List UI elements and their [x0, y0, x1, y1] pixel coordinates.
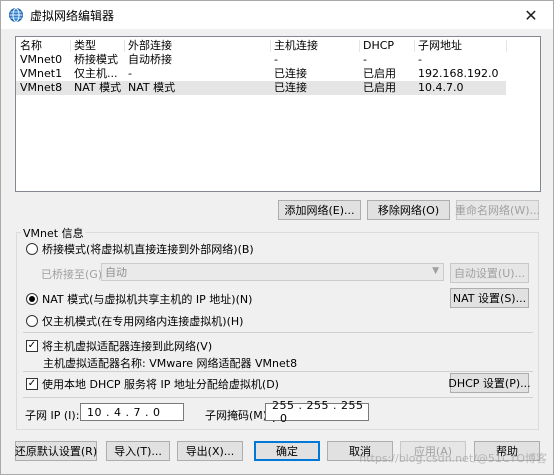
cell-dhcp: - — [363, 53, 367, 66]
cell-subnet: 192.168.192.0 — [418, 67, 499, 80]
cell-host: - — [274, 53, 278, 66]
checkmark-icon: ✓ — [26, 340, 38, 352]
restore-defaults-button[interactable]: 还原默认设置(R) — [15, 441, 97, 461]
cell-type: 桥接模式 — [74, 53, 118, 66]
network-globe-icon — [8, 7, 24, 23]
rename-network-button[interactable]: 重命名网络(W)... — [455, 200, 540, 220]
radio-circle-icon — [26, 315, 38, 327]
window-title: 虚拟网络编辑器 — [30, 8, 115, 23]
checkmark-icon: ✓ — [26, 378, 38, 390]
bridged-to-label: 已桥接至(G): — [41, 268, 106, 281]
bridged-mode-radio[interactable]: 桥接模式(将虚拟机直接连接到外部网络)(B) — [26, 241, 254, 257]
divider — [23, 332, 533, 333]
chevron-down-icon: ▼ — [432, 266, 439, 276]
cell-name: VMnet8 — [20, 81, 63, 94]
cell-external: 自动桥接 — [128, 53, 172, 66]
title-bar: 虚拟网络编辑器 ✕ — [1, 1, 553, 29]
cell-type: NAT 模式 — [74, 81, 122, 94]
cell-subnet: - — [418, 53, 422, 66]
remove-network-button[interactable]: 移除网络(O) — [367, 200, 450, 220]
list-row-vmnet8[interactable]: VMnet8 NAT 模式 NAT 模式 已连接 已启用 10.4.7.0 — [16, 81, 506, 95]
cell-host: 已连接 — [274, 81, 307, 94]
virtual-network-editor-window: 虚拟网络编辑器 ✕ 名称 类型 外部连接 主机连接 DHCP 子网地址 VMne… — [0, 0, 554, 475]
cell-name: VMnet0 — [20, 53, 63, 66]
list-row-vmnet0[interactable]: VMnet0 桥接模式 自动桥接 - - - — [16, 53, 540, 67]
subnet-ip-label: 子网 IP (I): — [25, 409, 80, 422]
connect-host-adapter-label: 将主机虚拟适配器连接到此网络(V) — [42, 340, 213, 353]
col-header-dhcp[interactable]: DHCP — [363, 39, 394, 53]
host-adapter-name: 主机虚拟适配器名称: VMware 网络适配器 VMnet8 — [43, 357, 298, 370]
radio-checked-icon — [26, 293, 38, 305]
subnet-ip-input[interactable]: 10 . 4 . 7 . 0 — [80, 403, 184, 421]
host-only-mode-label: 仅主机模式(在专用网络内连接虚拟机)(H) — [42, 315, 244, 328]
ok-button[interactable]: 确定 — [254, 441, 320, 461]
use-dhcp-label: 使用本地 DHCP 服务将 IP 地址分配给虚拟机(D) — [42, 378, 279, 391]
cell-name: VMnet1 — [20, 67, 63, 80]
watermark-text: https://blog.csdn.net/@51CTO博客 — [359, 452, 547, 465]
close-icon: ✕ — [524, 5, 538, 25]
connect-host-adapter-checkbox[interactable]: ✓ 将主机虚拟适配器连接到此网络(V) — [26, 338, 212, 354]
radio-circle-icon — [26, 243, 38, 255]
divider — [23, 371, 533, 372]
import-button[interactable]: 导入(T)... — [106, 441, 170, 461]
close-button[interactable]: ✕ — [509, 1, 553, 29]
cell-dhcp: 已启用 — [363, 81, 396, 94]
cell-host: 已连接 — [274, 67, 307, 80]
auto-settings-button[interactable]: 自动设置(U)... — [450, 263, 529, 283]
network-list[interactable]: 名称 类型 外部连接 主机连接 DHCP 子网地址 VMnet0 桥接模式 自动… — [15, 36, 541, 192]
col-header-type[interactable]: 类型 — [74, 39, 96, 53]
subnet-mask-input[interactable]: 255 . 255 . 255 . 0 — [265, 399, 369, 425]
cell-external: - — [128, 67, 132, 80]
cell-external: NAT 模式 — [128, 81, 176, 94]
bridged-mode-label: 桥接模式(将虚拟机直接连接到外部网络)(B) — [42, 243, 254, 256]
nat-settings-button[interactable]: NAT 设置(S)... — [450, 288, 529, 308]
nat-mode-radio[interactable]: NAT 模式(与虚拟机共享主机的 IP 地址)(N) — [26, 291, 252, 307]
add-network-button[interactable]: 添加网络(E)... — [278, 200, 361, 220]
bridged-to-select[interactable]: 自动 ▼ — [101, 263, 444, 281]
bridged-to-value: 自动 — [105, 266, 127, 279]
cell-dhcp: 已启用 — [363, 67, 396, 80]
use-dhcp-checkbox[interactable]: ✓ 使用本地 DHCP 服务将 IP 地址分配给虚拟机(D) — [26, 376, 279, 392]
nat-mode-label: NAT 模式(与虚拟机共享主机的 IP 地址)(N) — [42, 293, 253, 306]
col-header-host[interactable]: 主机连接 — [274, 39, 318, 53]
cell-type: 仅主机... — [74, 67, 118, 80]
subnet-mask-label: 子网掩码(M): — [205, 409, 271, 422]
divider — [23, 397, 533, 398]
cell-subnet: 10.4.7.0 — [418, 81, 464, 94]
col-header-name[interactable]: 名称 — [20, 39, 42, 53]
col-header-subnet[interactable]: 子网地址 — [418, 39, 462, 53]
export-button[interactable]: 导出(X)... — [177, 441, 243, 461]
list-row-vmnet1[interactable]: VMnet1 仅主机... - 已连接 已启用 192.168.192.0 — [16, 67, 540, 81]
host-only-mode-radio[interactable]: 仅主机模式(在专用网络内连接虚拟机)(H) — [26, 313, 243, 329]
dhcp-settings-button[interactable]: DHCP 设置(P)... — [448, 373, 531, 393]
list-header: 名称 类型 外部连接 主机连接 DHCP 子网地址 — [16, 39, 540, 53]
col-header-external[interactable]: 外部连接 — [128, 39, 172, 53]
vmnet-info-group-label: VMnet 信息 — [21, 225, 86, 241]
